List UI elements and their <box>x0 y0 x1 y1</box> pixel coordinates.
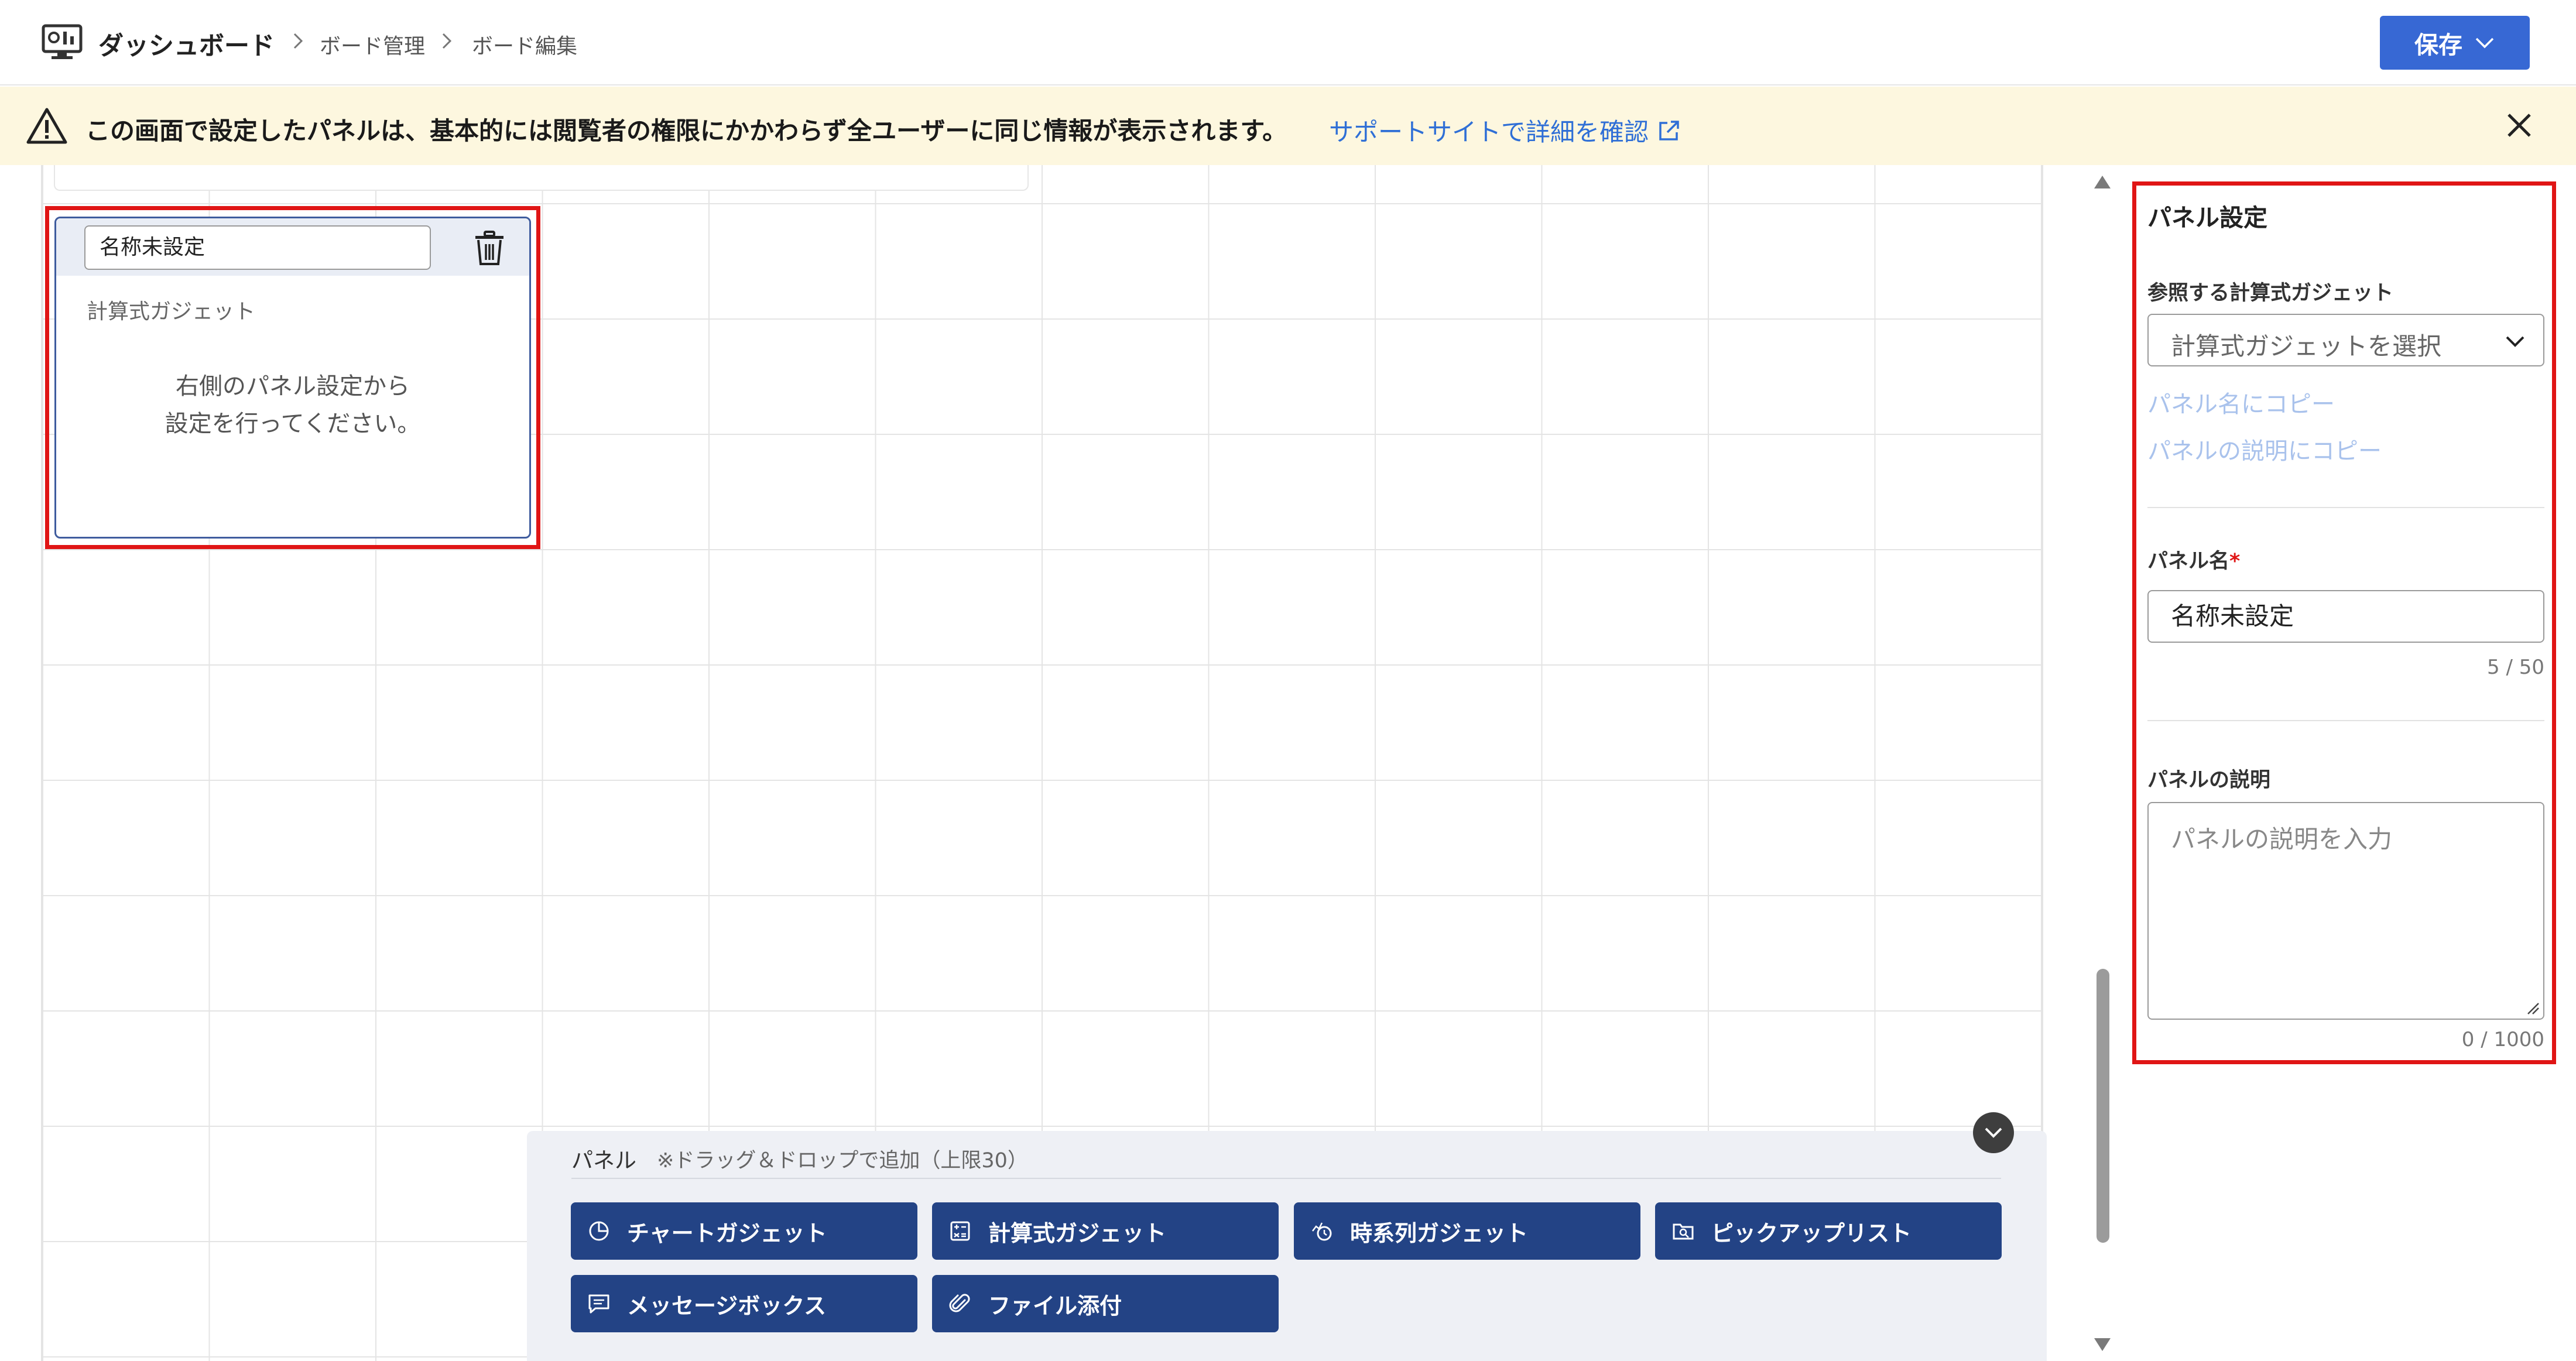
panel-description-label: パネルの説明 <box>2147 769 2271 792</box>
calculation-gadget-label: 計算式ガジェット <box>988 1220 1167 1246</box>
existing-panel-edge[interactable] <box>54 165 1029 191</box>
panel-instruction-line: 右側のパネル設定から <box>176 373 410 400</box>
panel-description-counter: 0 / 1000 <box>2461 1028 2544 1051</box>
header-bar: ダッシュボード ボード管理 ボード編集 保存 <box>0 0 2576 85</box>
description-placeholder: パネルの説明を入力 <box>2171 825 2393 853</box>
support-link-text: サポートサイトで詳細を確認 <box>1329 118 1649 146</box>
support-site-link[interactable]: サポートサイトで詳細を確認 <box>1329 112 1681 148</box>
vertical-scrollbar-thumb[interactable] <box>2097 969 2109 1243</box>
panel-header: 名称未設定 <box>56 218 529 276</box>
time-series-gadget-button[interactable]: 時系列ガジェット <box>1294 1202 1640 1260</box>
resize-handle-icon[interactable] <box>2524 1000 2540 1015</box>
breadcrumb-board-management[interactable]: ボード管理 <box>320 29 425 60</box>
pickup-list-label: ピックアップリスト <box>1711 1220 1912 1246</box>
file-attachment-button[interactable]: ファイル添付 <box>932 1275 1279 1332</box>
pickup-list-icon <box>1673 1223 1694 1240</box>
panel-name-counter: 5 / 50 <box>2487 656 2544 679</box>
canvas-border <box>41 165 42 1361</box>
panel-type-label: 計算式ガジェット <box>87 300 256 324</box>
palette-divider <box>571 1178 2001 1179</box>
copy-to-description-link[interactable]: パネルの説明にコピー <box>2147 432 2382 466</box>
panel-instruction-line: 設定を行ってください。 <box>165 410 421 437</box>
chevron-down-icon <box>1985 1127 2002 1138</box>
required-mark: * <box>2229 550 2241 573</box>
scroll-up-arrow-icon[interactable] <box>2092 173 2112 191</box>
paperclip-icon <box>949 1294 970 1312</box>
warning-icon <box>26 108 67 144</box>
message-box-button[interactable]: メッセージボックス <box>571 1275 917 1332</box>
panel-name-input[interactable]: 名称未設定 <box>84 225 431 270</box>
gadget-select-placeholder: 計算式ガジェットを選択 <box>2171 332 2442 361</box>
info-banner: この画面で設定したパネルは、基本的には閲覧者の権限にかかわらず全ユーザーに同じ情… <box>0 87 2576 165</box>
dashboard-icon <box>42 24 83 59</box>
trash-icon[interactable] <box>473 230 506 266</box>
section-divider <box>2147 507 2544 508</box>
panel-name-field[interactable]: 名称未設定 <box>2147 590 2544 643</box>
time-series-icon <box>1312 1222 1332 1241</box>
gadget-select-label: 参照する計算式ガジェット <box>2147 282 2394 305</box>
panel-settings-title: パネル設定 <box>2147 204 2267 232</box>
calculation-panel-card[interactable]: 名称未設定 計算式ガジェット 右側のパネル設定から 設定を行ってください。 <box>54 217 531 539</box>
palette-hint: ※ドラッグ＆ドロップで追加（上限30） <box>657 1149 1028 1173</box>
copy-to-panel-name-link[interactable]: パネル名にコピー <box>2147 385 2335 419</box>
file-attachment-label: ファイル添付 <box>988 1293 1122 1319</box>
chevron-down-icon <box>2506 336 2524 347</box>
calculator-icon <box>950 1221 970 1241</box>
chevron-right-icon <box>442 33 452 49</box>
panel-name-label-text: パネル名 <box>2147 550 2230 573</box>
chevron-down-icon <box>2475 37 2494 49</box>
calculation-gadget-button[interactable]: 計算式ガジェット <box>932 1202 1279 1260</box>
panel-instruction: 右側のパネル設定から 設定を行ってください。 <box>56 368 529 443</box>
palette-title: パネル <box>571 1148 636 1173</box>
pie-chart-icon <box>589 1221 609 1241</box>
close-icon[interactable] <box>2503 109 2536 142</box>
save-button[interactable]: 保存 <box>2380 16 2530 70</box>
banner-message: この画面で設定したパネルは、基本的には閲覧者の権限にかかわらず全ユーザーに同じ情… <box>85 116 1287 145</box>
panel-name-label: パネル名* <box>2147 544 2240 574</box>
collapse-palette-button[interactable] <box>1973 1112 2014 1153</box>
external-link-icon <box>1659 120 1679 140</box>
chart-gadget-button[interactable]: チャートガジェット <box>571 1202 917 1260</box>
section-divider <box>2147 720 2544 721</box>
scroll-down-arrow-icon[interactable] <box>2092 1336 2112 1353</box>
message-box-label: メッセージボックス <box>627 1293 827 1319</box>
message-icon <box>588 1294 609 1314</box>
chevron-right-icon <box>293 33 303 49</box>
breadcrumb-board-edit: ボード編集 <box>472 35 578 59</box>
time-series-gadget-label: 時系列ガジェット <box>1350 1220 1529 1246</box>
panel-description-textarea[interactable]: パネルの説明を入力 <box>2147 802 2544 1020</box>
pickup-list-button[interactable]: ピックアップリスト <box>1655 1202 2002 1260</box>
gadget-select[interactable]: 計算式ガジェットを選択 <box>2147 314 2544 366</box>
chart-gadget-label: チャートガジェット <box>627 1220 827 1246</box>
breadcrumb-dashboard[interactable]: ダッシュボード <box>98 26 275 62</box>
save-button-label: 保存 <box>2414 31 2462 59</box>
panel-palette: パネル ※ドラッグ＆ドロップで追加（上限30） チャートガジェット 計算式ガジェ… <box>527 1112 2047 1361</box>
